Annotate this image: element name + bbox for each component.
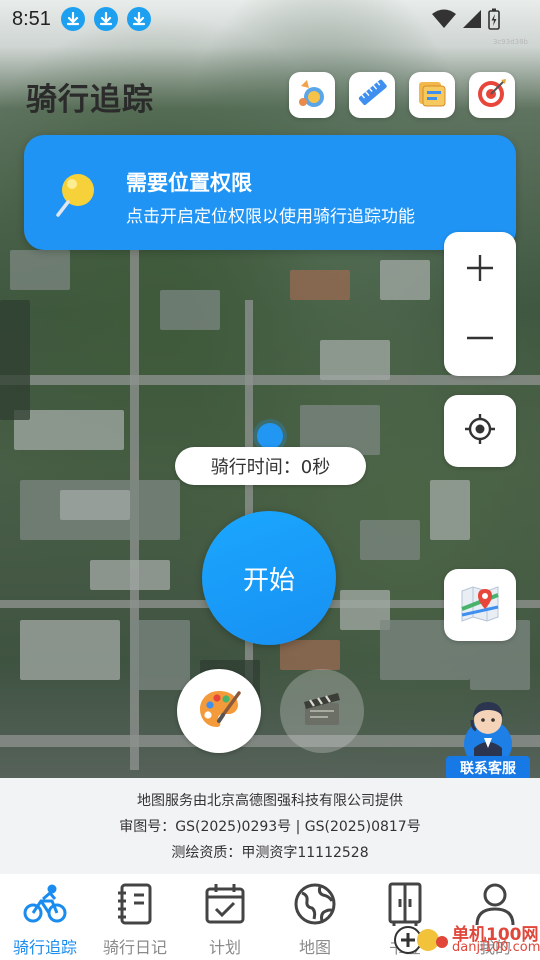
- download-icon: [60, 7, 85, 31]
- ride-time-display: 骑行时间：0秒: [175, 447, 366, 485]
- bicycle-icon: [21, 880, 69, 928]
- notebook-icon: [111, 880, 159, 928]
- tiny-code-text: 3c93d38b: [492, 38, 528, 46]
- pushpin-icon: [54, 173, 104, 223]
- achievement-button[interactable]: [289, 72, 335, 118]
- battery-charging-icon: [488, 8, 500, 34]
- tab-label: 地图: [298, 938, 331, 957]
- location-permission-banner[interactable]: 需要位置权限 点击开启定位权限以使用骑行追踪功能: [24, 135, 516, 250]
- zoom-control: [444, 232, 516, 376]
- watermark-url: danji100.com: [452, 940, 540, 955]
- start-ride-button[interactable]: 开始: [202, 511, 336, 645]
- palette-icon: [195, 685, 243, 737]
- target-button[interactable]: [469, 72, 515, 118]
- tab-ride-diary[interactable]: 骑行日记: [90, 874, 180, 960]
- locate-button[interactable]: [444, 395, 516, 467]
- status-time: 8:51: [12, 7, 51, 30]
- video-button[interactable]: [280, 669, 364, 753]
- customer-service-label: 联系客服: [446, 756, 530, 780]
- ruler-icon: [355, 76, 389, 114]
- zoom-out-button[interactable]: [444, 304, 516, 376]
- site-watermark: 单机100网 danji100.com: [392, 918, 540, 960]
- tab-map[interactable]: 地图: [270, 874, 360, 960]
- tab-label: 骑行追踪: [12, 938, 77, 957]
- tab-plan[interactable]: 计划: [180, 874, 270, 960]
- achievement-icon: [295, 76, 329, 114]
- download-icon: [126, 7, 151, 31]
- clapperboard-icon: [300, 689, 344, 733]
- watermark-logo-icon: [392, 922, 450, 960]
- map-layers-button[interactable]: [444, 569, 516, 641]
- customer-service-button[interactable]: 联系客服: [446, 698, 530, 784]
- tab-ride-tracking[interactable]: 骑行追踪: [0, 874, 90, 960]
- current-location-marker: [257, 423, 283, 449]
- banner-description: 点击开启定位权限以使用骑行追踪功能: [126, 207, 415, 227]
- status-bar: 8:51 3c93d38b: [0, 0, 540, 46]
- target-icon: [475, 76, 509, 114]
- crosshair-icon: [463, 412, 497, 450]
- attribution-provider: 地图服务由北京高德图强科技有限公司提供: [137, 793, 403, 809]
- tab-label: 骑行日记: [102, 938, 167, 957]
- signal-icon: [462, 9, 482, 33]
- attribution-approval-number: 审图号：GS(2025)0293号 | GS(2025)0817号: [119, 819, 421, 835]
- wifi-icon: [432, 9, 456, 33]
- minus-icon: [465, 323, 495, 357]
- folder-icon: [415, 76, 449, 114]
- zoom-in-button[interactable]: [444, 234, 516, 306]
- attribution-qualification: 测绘资质：甲测资字11112528: [171, 845, 369, 861]
- theme-button[interactable]: [177, 669, 261, 753]
- plus-icon: [465, 253, 495, 287]
- banner-title: 需要位置权限: [126, 171, 252, 195]
- map-attribution: 地图服务由北京高德图强科技有限公司提供 审图号：GS(2025)0293号 | …: [0, 778, 540, 874]
- tab-label: 计划: [208, 938, 241, 957]
- calendar-check-icon: [201, 880, 249, 928]
- globe-icon: [291, 880, 339, 928]
- map-pin-icon: [458, 581, 502, 629]
- page-title: 骑行追踪: [26, 82, 154, 118]
- download-icon: [93, 7, 118, 31]
- ruler-button[interactable]: [349, 72, 395, 118]
- folder-button[interactable]: [409, 72, 455, 118]
